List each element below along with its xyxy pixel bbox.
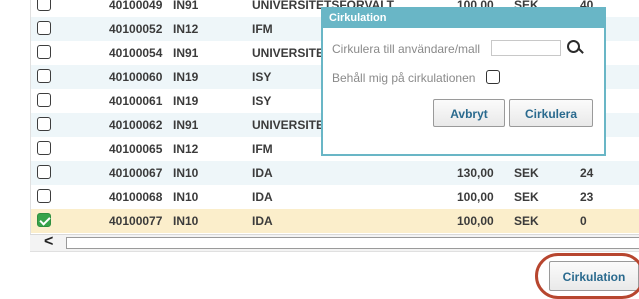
- row-checkbox[interactable]: [37, 0, 51, 11]
- org-cell: ISY: [252, 94, 272, 108]
- code-cell: IN10: [173, 190, 199, 204]
- org-cell: IDA: [252, 214, 273, 228]
- amount-cell: 100,00: [457, 214, 494, 228]
- doc-number-cell: 40100068: [109, 190, 163, 204]
- org-cell: IFM: [252, 142, 273, 156]
- highlight-ring: [535, 253, 639, 299]
- row-checkbox[interactable]: [37, 93, 51, 107]
- doc-number-cell: 40100062: [109, 118, 163, 132]
- row-checkbox[interactable]: [37, 189, 51, 203]
- row-checkbox[interactable]: [37, 21, 51, 35]
- horizontal-scrollbar[interactable]: <: [30, 233, 639, 251]
- search-icon-handle: [578, 48, 584, 54]
- cancel-button[interactable]: Avbryt: [433, 99, 505, 127]
- code-cell: IN19: [173, 94, 199, 108]
- amount-cell: 130,00: [457, 166, 494, 180]
- org-cell: IFM: [252, 22, 273, 36]
- keep-me-label: Behåll mig på cirkulationen: [332, 71, 476, 85]
- code-cell: IN91: [173, 46, 199, 60]
- row-checkbox[interactable]: [37, 117, 51, 131]
- code-cell: IN91: [173, 118, 199, 132]
- org-cell: IDA: [252, 166, 273, 180]
- table-left-border: [30, 0, 31, 251]
- circulate-button[interactable]: Cirkulera: [509, 99, 593, 127]
- quantity-cell: 23: [580, 190, 594, 204]
- org-cell: IDA: [252, 190, 273, 204]
- code-cell: IN91: [173, 0, 199, 12]
- code-cell: IN10: [173, 166, 199, 180]
- scrollbar-track[interactable]: [66, 237, 639, 249]
- doc-number-cell: 40100067: [109, 166, 163, 180]
- search-icon[interactable]: [566, 39, 586, 59]
- doc-number-cell: 40100052: [109, 22, 163, 36]
- keep-me-checkbox[interactable]: [486, 70, 500, 84]
- code-cell: IN12: [173, 22, 199, 36]
- doc-number-cell: 40100061: [109, 94, 163, 108]
- row-checkbox[interactable]: [37, 69, 51, 83]
- dialog-title: Cirkulation: [323, 9, 604, 28]
- code-cell: IN19: [173, 70, 199, 84]
- table-row[interactable]: 40100077 IN10 IDA 100,00 SEK 0: [30, 209, 639, 233]
- doc-number-cell: 40100060: [109, 70, 163, 84]
- divider: [30, 251, 639, 252]
- table-row[interactable]: 40100068 IN10 IDA 100,00 SEK 23: [30, 185, 639, 209]
- currency-cell: SEK: [514, 214, 539, 228]
- row-checkbox[interactable]: [37, 141, 51, 155]
- doc-number-cell: 40100077: [109, 214, 163, 228]
- amount-cell: 100,00: [457, 190, 494, 204]
- quantity-cell: 24: [580, 166, 594, 180]
- doc-number-cell: 40100065: [109, 142, 163, 156]
- currency-cell: SEK: [514, 190, 539, 204]
- table-row[interactable]: 40100067 IN10 IDA 130,00 SEK 24: [30, 161, 639, 185]
- doc-number-cell: 40100049: [109, 0, 163, 12]
- org-cell: ISY: [252, 70, 272, 84]
- row-checkbox[interactable]: [37, 165, 51, 179]
- circulate-to-label: Cirkulera till användare/mall: [332, 42, 481, 56]
- row-checkbox[interactable]: [37, 213, 51, 227]
- currency-cell: SEK: [514, 166, 539, 180]
- circulation-dialog: Cirkulation Cirkulera till användare/mal…: [321, 7, 606, 156]
- code-cell: IN10: [173, 214, 199, 228]
- scroll-left-icon[interactable]: <: [44, 233, 53, 251]
- code-cell: IN12: [173, 142, 199, 156]
- user-search-input[interactable]: [491, 40, 561, 56]
- doc-number-cell: 40100054: [109, 46, 163, 60]
- quantity-cell: 0: [580, 214, 587, 228]
- row-checkbox[interactable]: [37, 45, 51, 59]
- search-icon-lens: [567, 40, 580, 53]
